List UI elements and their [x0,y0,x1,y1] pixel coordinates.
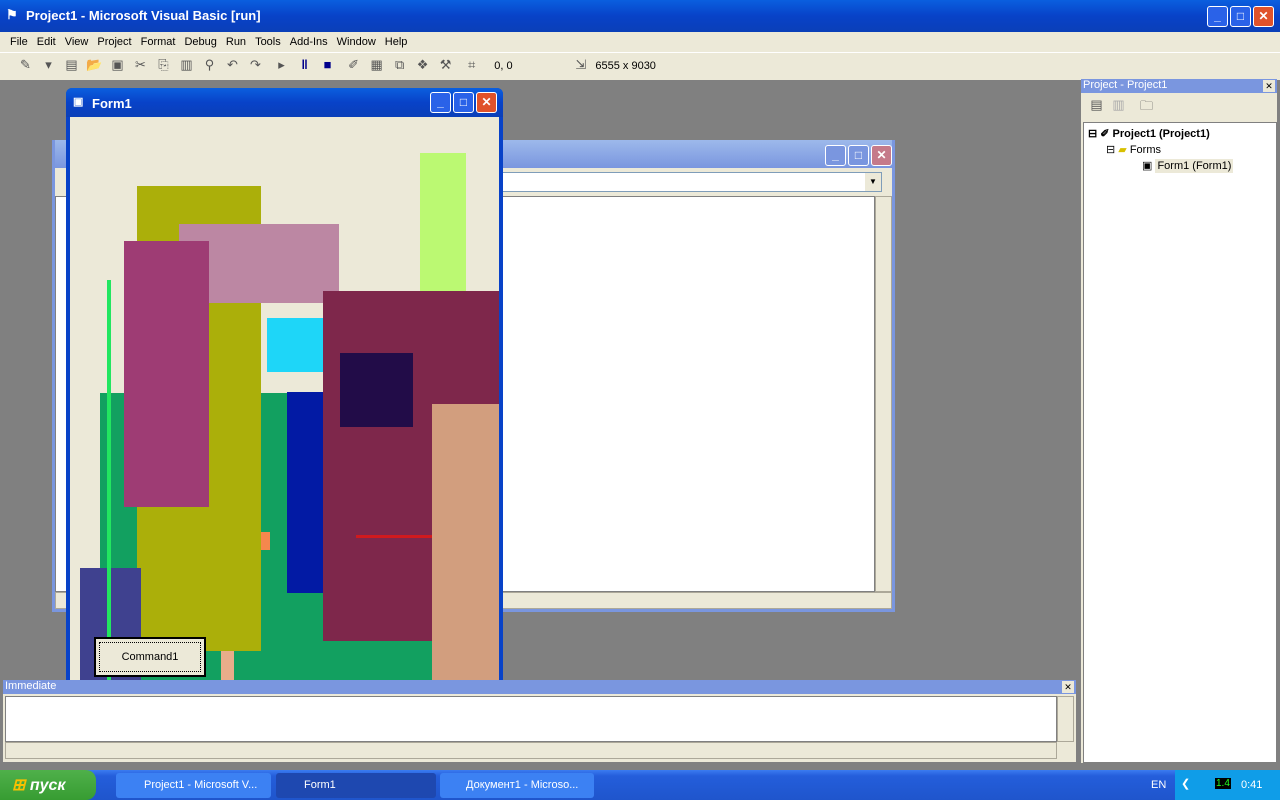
drawn-rectangle [267,318,323,372]
folder-icon: ▰ [1118,144,1127,156]
start-button[interactable]: ⊞ пуск [0,770,96,800]
drawn-rectangle [124,241,209,507]
form1-client-area: Command1 [70,117,499,685]
form1-close-button[interactable]: ✕ [476,92,497,113]
close-button[interactable]: ✕ [1253,6,1274,27]
tree-node-form1[interactable]: ▣ Form1 (Form1) [1142,159,1234,173]
code-close-button[interactable]: ✕ [871,145,892,166]
project-explorer-icon[interactable]: ✐ [342,57,365,73]
app-title-bar: ⚑ Project1 - Microsoft Visual Basic [run… [0,0,1280,32]
menu-file[interactable]: File [10,36,28,48]
menu-tools[interactable]: Tools [255,36,281,48]
undo-icon[interactable]: ↶ [221,57,244,73]
project-tree: ⊟ ✐ Project1 (Project1) ⊟ ▰ Forms ▣ Form… [1083,122,1277,763]
menu-editor-icon[interactable]: ▤ [60,57,83,73]
tree-node-forms[interactable]: ⊟ ▰ Forms [1106,143,1161,156]
drawn-rectangle [287,392,323,593]
form1-title: Form1 [92,96,132,111]
project-explorer: Project - Project1 ✕ ▤ ▥ 🗀 ⊟ ✐ Project1 … [1081,79,1277,763]
break-icon[interactable]: ‖ [293,57,316,72]
taskbar-item-vb[interactable]: Project1 - Microsoft V... [116,773,271,798]
properties-icon[interactable]: ▦ [365,57,388,73]
minimize-button[interactable]: _ [1207,6,1228,27]
add-project-icon[interactable]: ✎ [14,57,37,73]
tray-badge[interactable]: 1.4 [1215,778,1231,789]
view-code-icon[interactable]: ▤ [1085,97,1108,113]
menu-window[interactable]: Window [337,36,376,48]
find-icon[interactable]: ⚲ [198,57,221,73]
form1-title-bar: ▣ Form1 _ □ ✕ [66,88,503,117]
position-icon: ⌗ [468,57,476,72]
code-maximize-button[interactable]: □ [848,145,869,166]
app-title: Project1 - Microsoft Visual Basic [run] [26,8,261,23]
windows-logo-icon: ⊞ [12,777,26,794]
form1-window: ▣ Form1 _ □ ✕ Command1 [66,88,503,689]
menu-bar: File Edit View Project Format Debug Run Tools Ad… [0,32,1280,52]
taskbar-item-word[interactable]: Документ1 - Microso... [440,773,594,798]
immediate-title: Immediate [5,680,57,692]
open-icon[interactable]: 📂 [83,57,106,73]
position-readout: 0, 0 [494,60,513,72]
immediate-close-icon[interactable]: ✕ [1062,681,1074,693]
menu-debug[interactable]: Debug [184,36,216,48]
menu-help[interactable]: Help [385,36,408,48]
menu-view[interactable]: View [65,36,89,48]
tree-node-project[interactable]: ⊟ ✐ Project1 (Project1) [1088,127,1210,140]
object-browser-icon[interactable]: ❖ [411,57,434,73]
project-panel-title: Project - Project1 [1083,79,1168,91]
chevron-down-icon[interactable]: ▼ [865,173,881,191]
drawn-rectangle [420,153,466,291]
stop-icon[interactable]: ■ [316,57,339,72]
menu-edit[interactable]: Edit [37,36,56,48]
menu-run[interactable]: Run [226,36,246,48]
toolbox-icon[interactable]: ⚒ [434,57,457,73]
project-title-bar: Project - Project1 ✕ [1081,79,1277,93]
immediate-input[interactable] [5,696,1057,742]
drawn-rectangle [261,532,270,550]
immediate-window: Immediate ✕ [3,680,1076,762]
code-vertical-scrollbar[interactable] [875,196,892,592]
code-minimize-button[interactable]: _ [825,145,846,166]
redo-icon[interactable]: ↷ [244,57,267,73]
size-readout: 6555 x 9030 [595,60,656,72]
taskbar: ⊞ пуск Project1 - Microsoft V... Form1 Д… [0,770,1280,800]
cut-icon[interactable]: ✂ [129,57,152,73]
command1-button[interactable]: Command1 [94,637,206,677]
save-icon[interactable]: ▣ [106,57,129,73]
immediate-vertical-scrollbar[interactable] [1057,696,1074,742]
drawn-rectangle [107,280,111,685]
paste-icon[interactable]: ▥ [175,57,198,73]
view-object-icon[interactable]: ▥ [1107,97,1130,113]
taskbar-item-form1[interactable]: Form1 [276,773,436,798]
clock: 0:41 [1241,779,1263,791]
form1-minimize-button[interactable]: _ [430,92,451,113]
immediate-title-bar: Immediate ✕ [3,680,1076,694]
immediate-horizontal-scrollbar[interactable] [5,742,1057,759]
maximize-button[interactable]: □ [1230,6,1251,27]
menu-format[interactable]: Format [141,36,176,48]
toolbar: ✎ ▾ ▤ 📂 ▣ ✂ ⎘ ▥ ⚲ ↶ ↷ ▸ ‖ ■ ✐ ▦ ⧉ ❖ ⚒ ⌗ 0, 0 ⇲ 6555 x 90… [0,52,1280,80]
add-form-icon[interactable]: ▾ [37,57,60,73]
procedure-combo[interactable]: k ▼ [485,172,882,192]
start-icon[interactable]: ▸ [270,57,293,73]
drawn-rectangle [340,353,413,427]
vb-app-icon: ⚑ [6,7,18,22]
system-tray: ❮ 1.4 0:41 [1175,770,1280,800]
project-close-icon[interactable]: ✕ [1263,80,1275,92]
tray-expand-icon[interactable]: ❮ [1181,777,1190,790]
toggle-folders-icon[interactable]: 🗀 [1135,97,1158,119]
form-icon: ▣ [73,96,84,108]
drawn-rectangle [432,404,499,685]
size-icon: ⇲ [575,57,587,72]
copy-icon[interactable]: ⎘ [152,57,175,73]
language-indicator[interactable]: EN [1151,779,1166,791]
form-layout-icon[interactable]: ⧉ [388,57,411,73]
drawn-rectangle [356,535,432,538]
form1-maximize-button[interactable]: □ [453,92,474,113]
menu-addins[interactable]: Add-Ins [290,36,328,48]
menu-project[interactable]: Project [97,36,131,48]
